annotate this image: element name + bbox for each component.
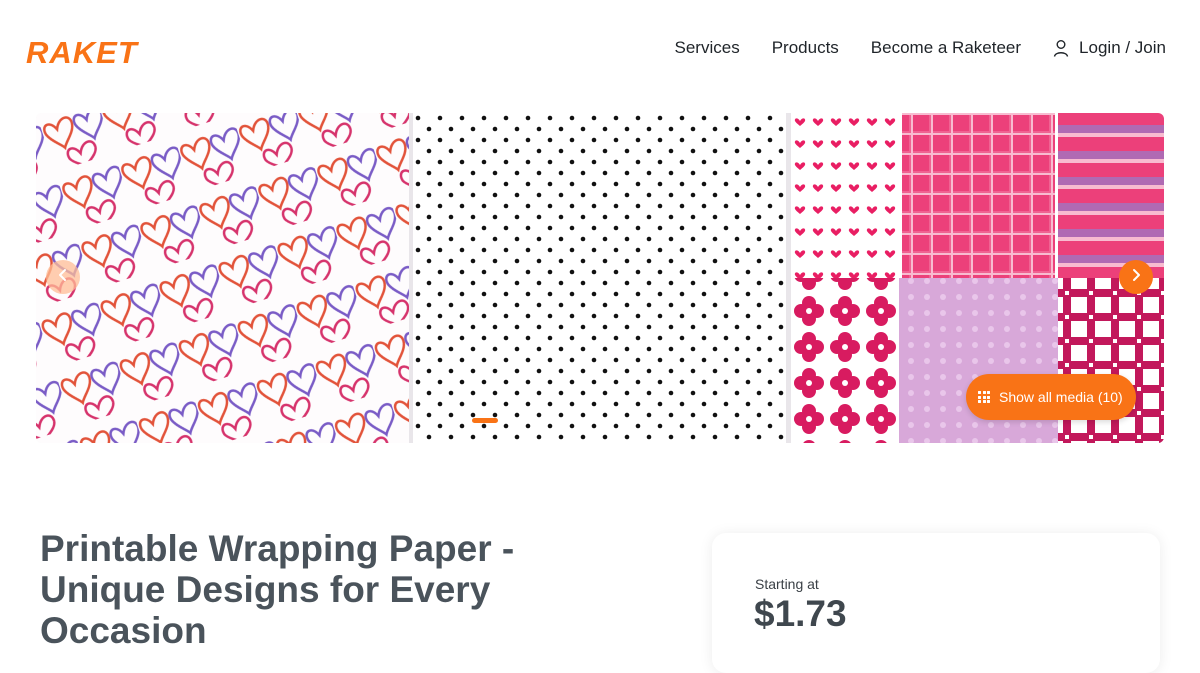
- slide-dot[interactable]: [504, 418, 530, 423]
- nav-services[interactable]: Services: [675, 38, 740, 58]
- show-all-media-button[interactable]: Show all media (10): [966, 374, 1136, 420]
- slide-dot[interactable]: [600, 418, 626, 423]
- gallery-image-hearts[interactable]: [36, 113, 409, 443]
- slide-dot[interactable]: [664, 418, 690, 423]
- grid-icon: [978, 391, 990, 403]
- price-value: $1.73: [754, 593, 847, 634]
- slide-dot[interactable]: [472, 418, 498, 423]
- gallery-prev-button[interactable]: [46, 260, 80, 294]
- pricing-card: Starting at $1.73: [712, 533, 1160, 673]
- nav-products[interactable]: Products: [772, 38, 839, 58]
- slide-dot[interactable]: [536, 418, 562, 423]
- price-label: Starting at: [755, 576, 819, 592]
- login-label: Login / Join: [1079, 38, 1166, 57]
- product-title: Printable Wrapping Paper - Unique Design…: [40, 528, 515, 651]
- gallery-next-button[interactable]: [1119, 260, 1153, 294]
- site-header: RAKET Services Products Become a Raketee…: [0, 0, 1200, 100]
- nav-become-raketeer[interactable]: Become a Raketeer: [871, 38, 1021, 58]
- raket-logo[interactable]: RAKET: [24, 34, 158, 68]
- slide-dot[interactable]: [568, 418, 594, 423]
- chevron-left-icon: [56, 268, 70, 287]
- user-icon: [1053, 39, 1069, 57]
- show-all-media-label: Show all media (10): [999, 389, 1123, 405]
- slide-dot[interactable]: [696, 418, 722, 423]
- gallery-image-polka-dots[interactable]: [413, 113, 786, 443]
- login-join-link[interactable]: Login / Join: [1053, 38, 1166, 58]
- svg-text:RAKET: RAKET: [26, 35, 140, 68]
- main-nav: Services Products Become a Raketeer Logi…: [675, 38, 1166, 58]
- chevron-right-icon: [1129, 268, 1143, 287]
- slide-dot[interactable]: [632, 418, 658, 423]
- slide-indicators: [472, 418, 722, 423]
